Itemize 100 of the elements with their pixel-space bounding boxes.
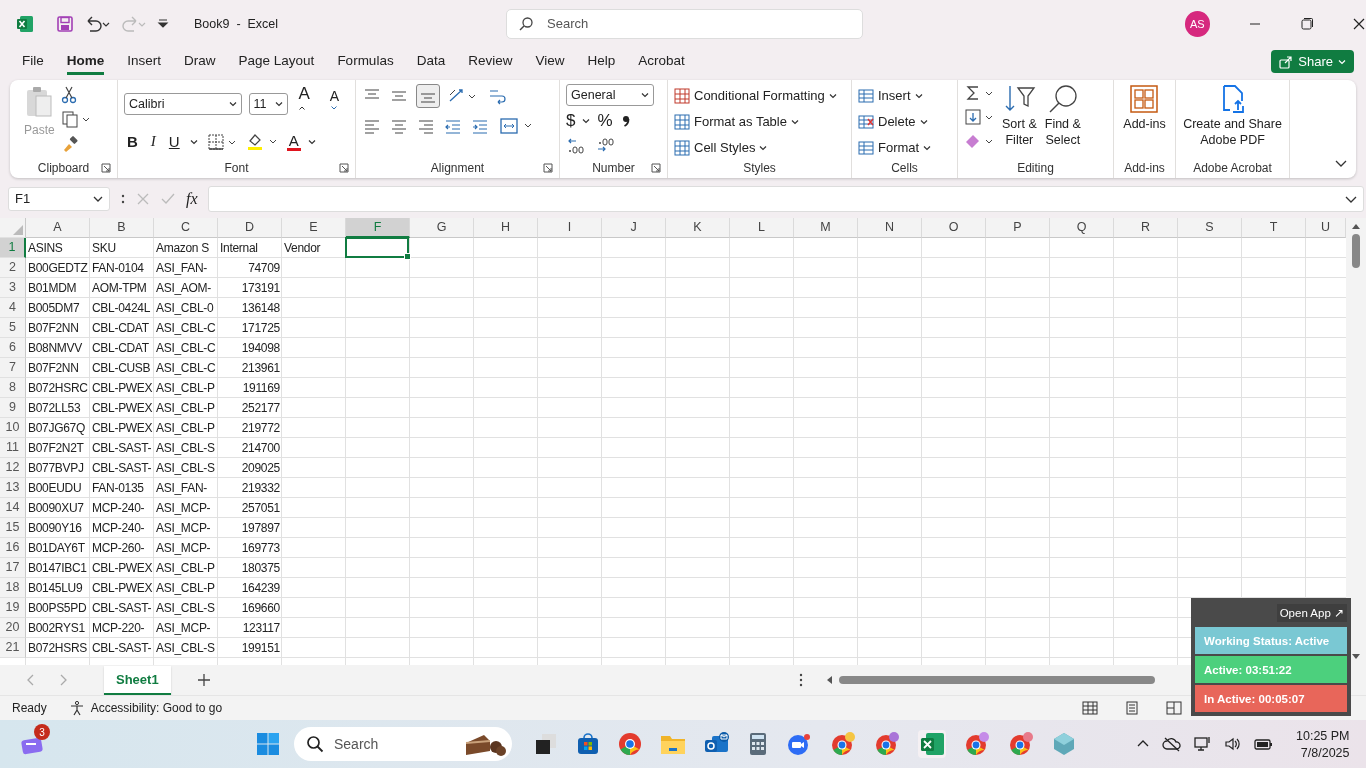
network-icon[interactable]	[1194, 736, 1212, 753]
page-break-view-icon[interactable]	[1166, 701, 1183, 716]
dialog-launcher-icon[interactable]	[651, 162, 661, 173]
autosum-icon[interactable]	[964, 83, 994, 102]
video-call-icon[interactable]	[786, 732, 812, 757]
ribbon-tab[interactable]: View	[535, 48, 565, 75]
column-header[interactable]: T	[1242, 217, 1306, 238]
currency-format-button[interactable]: $	[566, 110, 576, 131]
column-header[interactable]: I	[538, 217, 602, 238]
vertical-scrollbar[interactable]	[1346, 217, 1366, 666]
create-pdf-button[interactable]: Create and Share Adobe PDF	[1183, 83, 1282, 158]
spreadsheet-app-icon[interactable]	[918, 730, 946, 759]
column-header[interactable]: A	[26, 217, 90, 238]
copy-icon[interactable]	[60, 109, 91, 128]
column-header[interactable]: H	[474, 217, 538, 238]
align-bottom-icon[interactable]	[416, 83, 440, 108]
clock-time[interactable]: 10:25 PM	[1296, 728, 1350, 743]
row-header[interactable]: 18	[0, 577, 26, 598]
ribbon-tab[interactable]: Draw	[184, 48, 216, 75]
row-header[interactable]: 11	[0, 437, 26, 458]
browser-icon[interactable]	[618, 732, 642, 757]
close-icon[interactable]	[1352, 16, 1366, 31]
ribbon-tab[interactable]: Page Layout	[238, 48, 315, 75]
column-header[interactable]: E	[282, 217, 346, 238]
caret-icon[interactable]	[582, 116, 591, 125]
row-header[interactable]: 5	[0, 317, 26, 338]
ribbon-tab[interactable]: Data	[416, 48, 446, 75]
row-header[interactable]: 17	[0, 557, 26, 578]
row-header[interactable]: 13	[0, 477, 26, 498]
column-header[interactable]: J	[602, 217, 666, 238]
row-header[interactable]: 6	[0, 337, 26, 358]
row-header[interactable]: 8	[0, 377, 26, 398]
start-icon[interactable]	[256, 732, 280, 757]
scroll-thumb[interactable]	[838, 676, 1155, 685]
borders-icon[interactable]	[206, 132, 237, 151]
fill-handle[interactable]	[404, 252, 411, 260]
column-header[interactable]: G	[410, 217, 474, 238]
dialog-launcher-icon[interactable]	[339, 162, 349, 173]
maximize-icon[interactable]	[1300, 16, 1314, 31]
row-header[interactable]: 10	[0, 417, 26, 438]
column-header[interactable]: B	[90, 217, 154, 238]
cells-menu-button[interactable]: Format	[858, 137, 951, 158]
percent-format-button[interactable]: %	[597, 110, 613, 131]
column-header[interactable]: S	[1178, 217, 1242, 238]
row-header[interactable]: 2	[0, 257, 26, 278]
fill-down-icon[interactable]	[964, 107, 994, 126]
accessibility-status[interactable]: Accessibility: Good to go	[90, 701, 223, 716]
share-button[interactable]: Share	[1271, 50, 1354, 74]
merge-center-icon[interactable]	[499, 115, 533, 136]
style-menu-button[interactable]: Cell Styles	[674, 137, 845, 158]
row-header[interactable]: 16	[0, 537, 26, 558]
ribbon-tab[interactable]: Review	[468, 48, 513, 75]
row-header[interactable]: 21	[0, 637, 26, 658]
browser-icon[interactable]	[830, 732, 856, 757]
add-sheet-icon[interactable]	[196, 673, 211, 688]
column-header[interactable]: K	[666, 217, 730, 238]
column-header[interactable]: C	[154, 217, 218, 238]
increase-font-size-button[interactable]: A	[295, 83, 320, 124]
taskbar-search-field[interactable]: Search	[294, 727, 512, 762]
row-header[interactable]: 14	[0, 497, 26, 518]
battery-icon[interactable]	[1254, 736, 1274, 753]
browser-icon[interactable]	[874, 732, 900, 757]
row-header[interactable]: 9	[0, 397, 26, 418]
dialog-launcher-icon[interactable]	[543, 162, 553, 173]
cells-menu-button[interactable]: Insert	[858, 85, 951, 106]
sort-filter-button[interactable]: Sort & Filter	[1002, 83, 1037, 158]
search-field[interactable]: Search	[506, 8, 863, 39]
ribbon-tab[interactable]: Acrobat	[638, 48, 685, 75]
caret-icon[interactable]	[189, 137, 198, 146]
insert-function-button[interactable]: fx	[186, 189, 198, 208]
cloud-offline-icon[interactable]	[1162, 736, 1182, 753]
sheet-tab[interactable]: Sheet1	[104, 665, 171, 695]
user-avatar[interactable]: AS	[1184, 10, 1210, 37]
row-header[interactable]: 4	[0, 297, 26, 318]
ribbon-tab[interactable]: Insert	[127, 48, 162, 75]
row-header[interactable]: 7	[0, 357, 26, 378]
style-menu-button[interactable]: Conditional Formatting	[674, 85, 845, 106]
style-menu-button[interactable]: Format as Table	[674, 111, 845, 132]
row-header[interactable]: 20	[0, 617, 26, 638]
italic-button[interactable]: I	[147, 133, 159, 151]
ribbon-tab[interactable]: File	[22, 48, 44, 75]
task-view-icon[interactable]	[534, 732, 558, 757]
name-box[interactable]: F1	[8, 186, 110, 211]
column-header[interactable]: M	[794, 217, 858, 238]
font-name-field[interactable]: Calibri	[124, 92, 242, 115]
check-icon[interactable]	[160, 191, 176, 206]
ribbon-tab[interactable]: Formulas	[337, 48, 394, 75]
active-cell[interactable]	[345, 236, 409, 258]
column-header[interactable]: R	[1114, 217, 1178, 238]
clock-date[interactable]: 7/8/2025	[1300, 745, 1350, 760]
column-header[interactable]: O	[922, 217, 986, 238]
open-app-link[interactable]: Open App ↗	[1276, 604, 1347, 622]
decrease-font-size-button[interactable]: A	[326, 87, 349, 120]
dialog-launcher-icon[interactable]	[101, 162, 111, 173]
ribbon-tab[interactable]: Home	[66, 48, 105, 75]
number-format-field[interactable]: General	[566, 83, 654, 106]
formula-input-field[interactable]	[207, 185, 1364, 212]
row-header[interactable]: 19	[0, 597, 26, 618]
page-layout-view-icon[interactable]	[1124, 701, 1141, 716]
cells-menu-button[interactable]: Delete	[858, 111, 951, 132]
